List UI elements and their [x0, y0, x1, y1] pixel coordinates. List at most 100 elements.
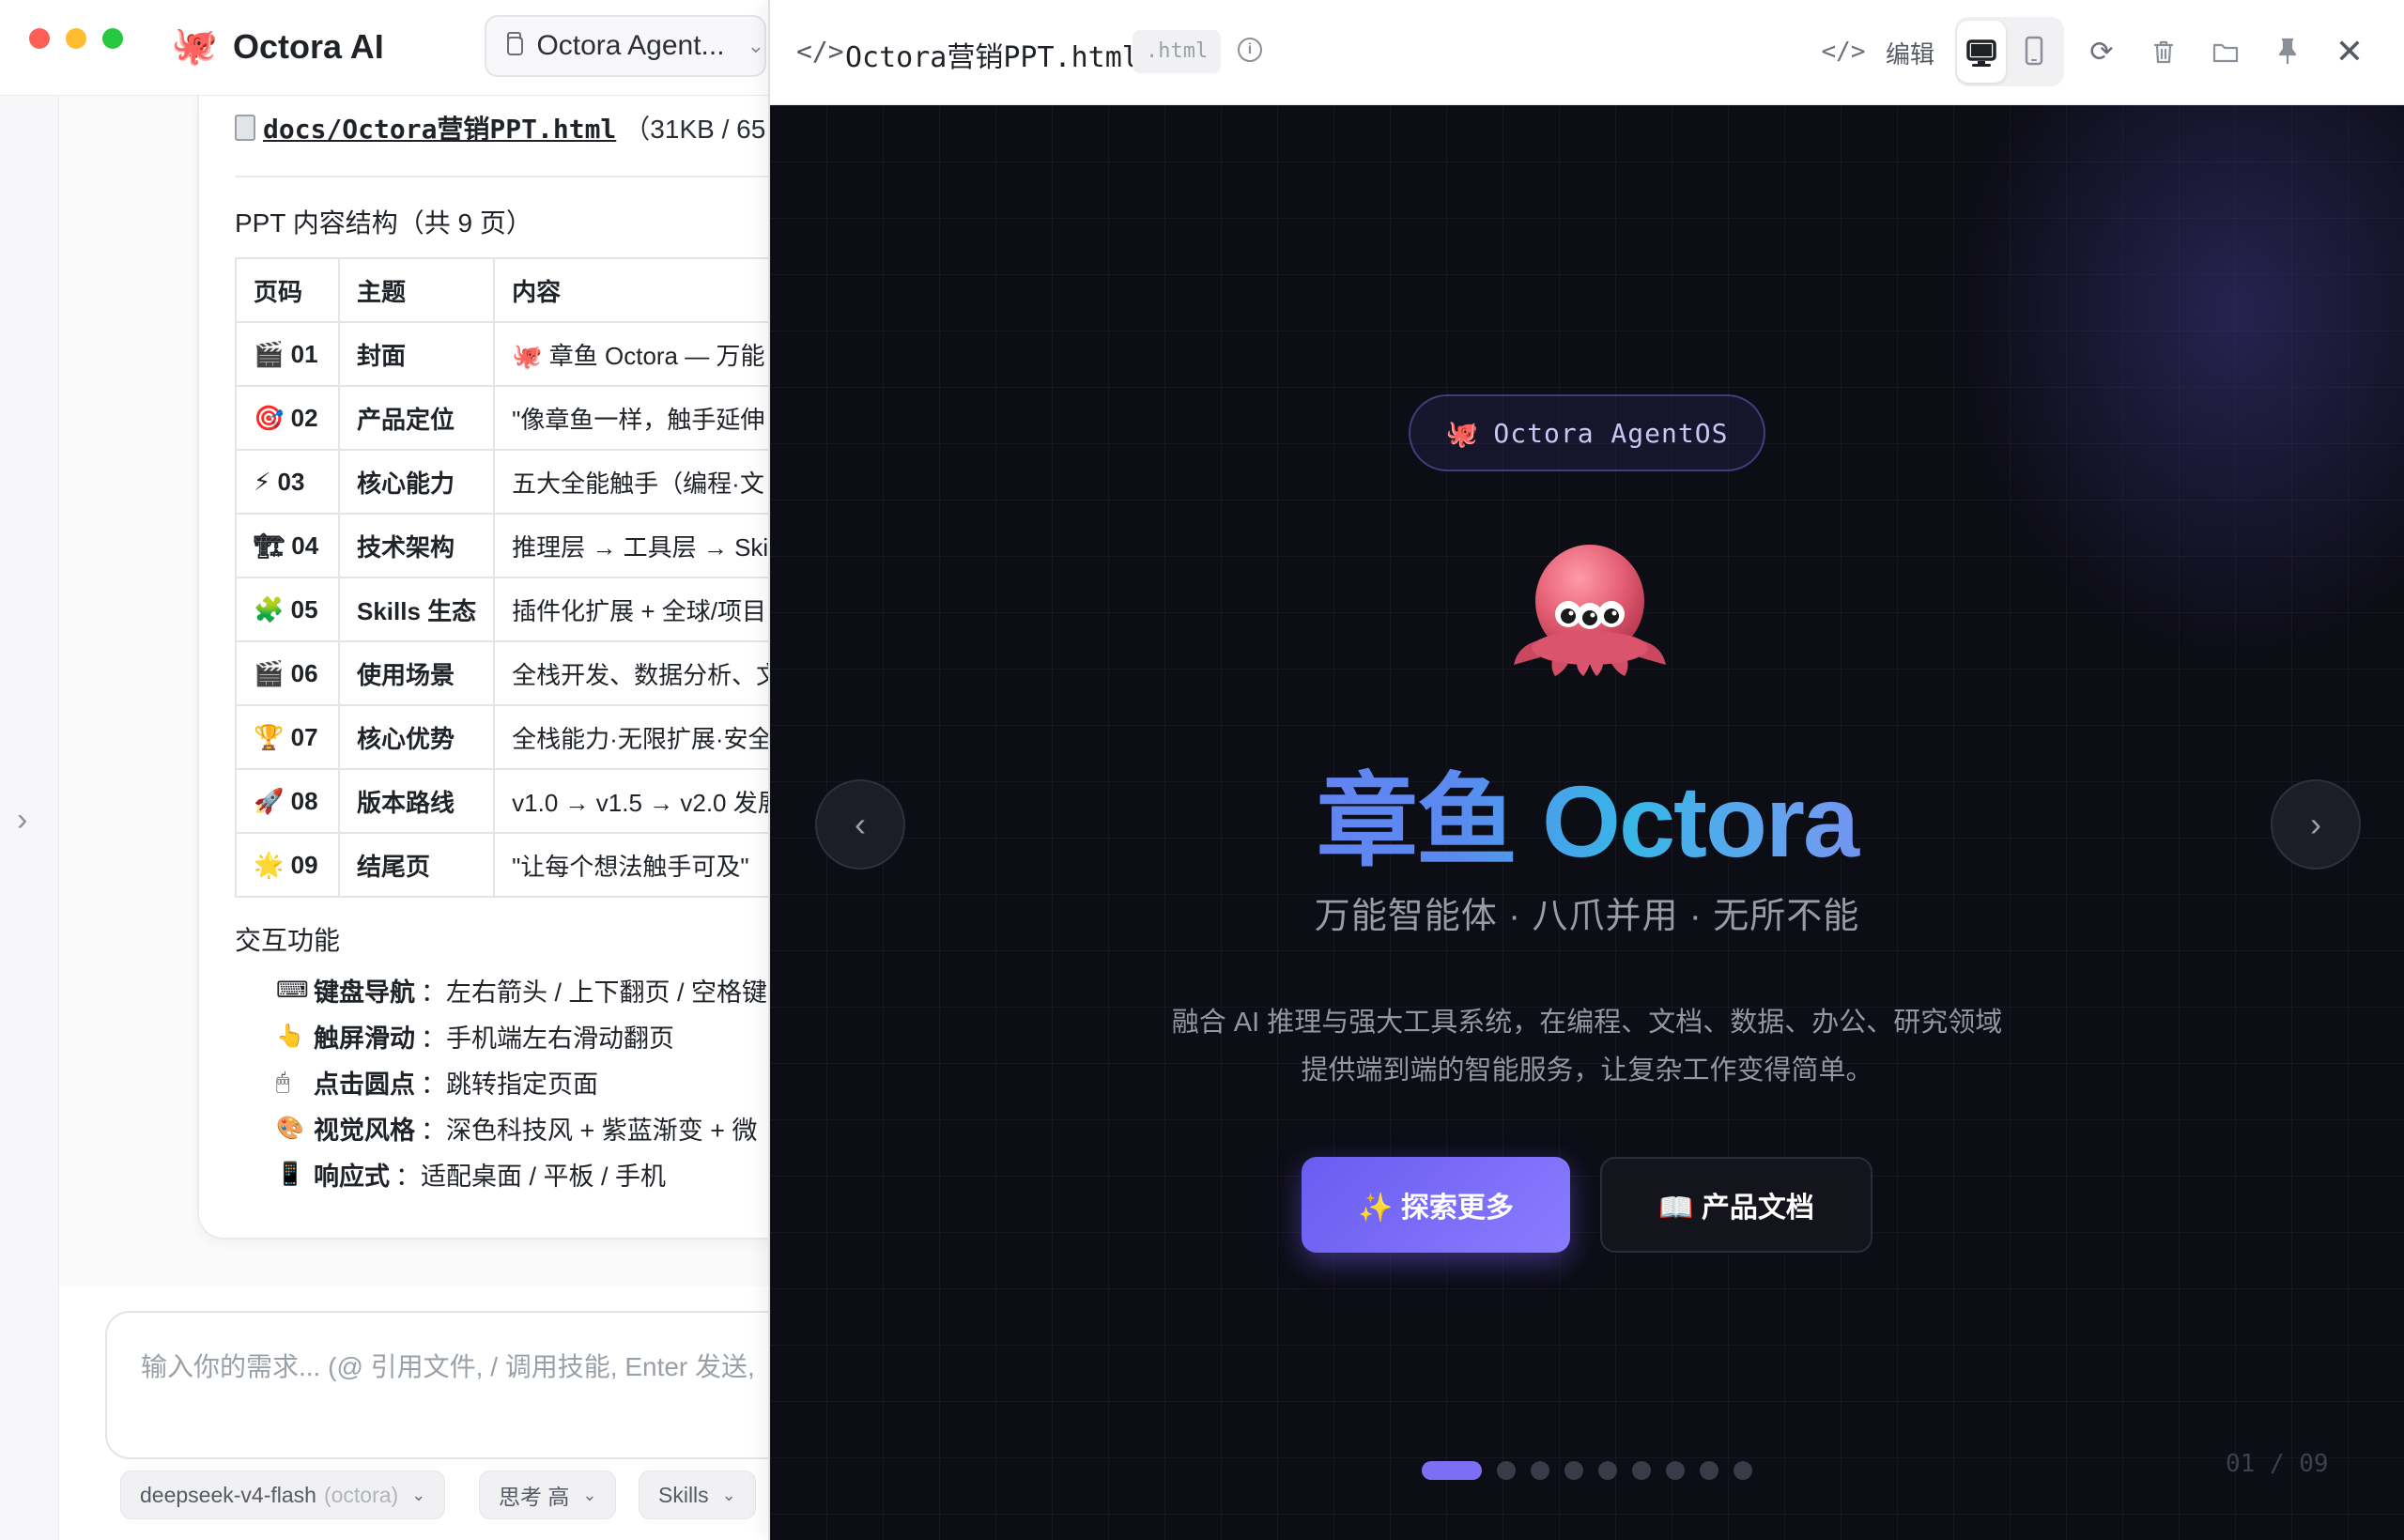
- trash-icon[interactable]: [2139, 28, 2188, 75]
- octopus-icon: 🐙: [1445, 418, 1479, 448]
- octopus-mascot-icon: [1514, 545, 1666, 676]
- feature-label: 点击圆点: [314, 1070, 415, 1099]
- slide-dot[interactable]: [1497, 1461, 1516, 1480]
- desktop-icon: [1966, 39, 1996, 67]
- preview-title: Octora营销PPT.html: [845, 41, 1139, 74]
- slide-dot[interactable]: [1564, 1461, 1583, 1480]
- slide-description: 融合 AI 推理与强大工具系统，在编程、文档、数据、办公、研究领域 提供端到端的…: [1052, 999, 2122, 1095]
- slide-subtitle: 万能智能体 · 八爪并用 · 无所不能: [1314, 897, 1860, 936]
- app-name: Octora AI: [233, 27, 384, 66]
- explore-more-button[interactable]: ✨ 探索更多: [1302, 1157, 1570, 1253]
- row-icon: 🌟: [254, 850, 285, 879]
- slide-dot[interactable]: [1531, 1461, 1549, 1480]
- folder-open-icon[interactable]: [2201, 28, 2250, 75]
- topic-cell: 技术架构: [337, 513, 496, 578]
- topic-cell: 核心能力: [337, 449, 496, 515]
- page-cell: 🎬 06: [235, 640, 340, 706]
- divider: [235, 176, 770, 177]
- chevron-down-icon: ⌄: [411, 1485, 426, 1504]
- edit-button[interactable]: 编辑: [1886, 36, 1934, 70]
- close-icon[interactable]: ✕: [2325, 28, 2374, 75]
- page-cell: 🚀 08: [235, 768, 340, 834]
- interaction-title: 交互功能: [235, 926, 341, 955]
- page-number: 08: [290, 786, 318, 815]
- previous-slide-button[interactable]: ‹: [815, 779, 905, 870]
- model-selector[interactable]: deepseek-v4-flash (octora) ⌄: [120, 1471, 446, 1519]
- skills-selector[interactable]: Skills ⌄: [639, 1471, 756, 1519]
- row-icon: 🎬: [254, 658, 285, 687]
- desktop-view-button[interactable]: [1957, 21, 2006, 83]
- page-cell: 🎬 01: [235, 321, 340, 387]
- feature-item: 📱 响应式 ：适配桌面 / 平板 / 手机: [276, 1151, 767, 1197]
- feature-icon: 🖱: [276, 1069, 290, 1095]
- sidebar-expand-icon[interactable]: ›: [17, 802, 27, 839]
- page-cell: 🧩 05: [235, 577, 340, 642]
- feature-text: ：左右箭头 / 上下翻页 / 空格键: [421, 978, 768, 1007]
- file-reference[interactable]: docs/Octora营销PPT.html （31KB / 65: [235, 109, 765, 146]
- minimize-window-button[interactable]: [66, 28, 86, 49]
- next-slide-button[interactable]: ›: [2271, 779, 2361, 870]
- close-window-button[interactable]: [29, 28, 50, 49]
- page-number: 05: [290, 594, 318, 624]
- slide-dot[interactable]: [1598, 1461, 1617, 1480]
- topic-cell: 版本路线: [337, 768, 496, 834]
- row-icon: ⚡: [254, 467, 271, 496]
- slide-dot[interactable]: [1422, 1461, 1482, 1480]
- product-badge: 🐙 Octora AgentOS: [1409, 394, 1765, 471]
- message-composer[interactable]: [105, 1311, 838, 1459]
- mobile-view-button[interactable]: [2010, 28, 2058, 75]
- model-provider: (octora): [323, 1482, 399, 1507]
- code-file-icon: </>: [796, 36, 844, 67]
- file-link[interactable]: docs/Octora营销PPT.html: [263, 109, 616, 146]
- page-cell: 🏆 07: [235, 704, 340, 770]
- html-preview-panel: </> Octora营销PPT.html .html i </> 编辑 ⟳ ✕ …: [768, 0, 2404, 1540]
- page-counter: 01 / 09: [2226, 1450, 2329, 1478]
- structure-title: PPT 内容结构（共 9 页）: [235, 208, 532, 238]
- feature-item: 👆 触屏滑动 ：手机端左右滑动翻页: [276, 1013, 767, 1059]
- slide-dot[interactable]: [1700, 1461, 1718, 1480]
- collapsed-sidebar: [0, 96, 59, 1540]
- feature-icon: 🎨: [276, 1116, 304, 1141]
- slide-dot[interactable]: [1666, 1461, 1685, 1480]
- description-line: 融合 AI 推理与强大工具系统，在编程、文档、数据、办公、研究领域: [1171, 1008, 2003, 1038]
- slide-dot[interactable]: [1734, 1461, 1752, 1480]
- page-number: 03: [277, 467, 305, 496]
- page-number: 04: [291, 531, 319, 560]
- feature-icon: 👆: [276, 1024, 304, 1049]
- description-line: 提供端到端的智能服务，让复杂工作变得简单。: [1301, 1055, 1873, 1086]
- maximize-window-button[interactable]: [102, 28, 123, 49]
- pin-icon[interactable]: [2263, 28, 2312, 75]
- badge-label: Octora AgentOS: [1493, 417, 1729, 449]
- slide-title: 章鱼 Octora: [1146, 740, 2028, 886]
- page-cell: 🎯 02: [235, 385, 340, 451]
- agent-selector[interactable]: Octora Agent... ⌄: [485, 15, 766, 77]
- thinking-selector[interactable]: 思考 高 ⌄: [479, 1471, 617, 1519]
- preview-toolbar: </> Octora营销PPT.html .html i </> 编辑 ⟳ ✕: [770, 0, 2404, 105]
- feature-text: ：适配桌面 / 平板 / 手机: [395, 1163, 667, 1191]
- chevron-down-icon: ⌄: [582, 1485, 597, 1504]
- row-icon: 🎬: [254, 339, 285, 368]
- row-icon: 🏆: [254, 722, 285, 751]
- document-icon: [235, 115, 255, 141]
- row-icon: 🏗: [254, 531, 285, 560]
- thinking-label: 思考 高: [499, 1485, 570, 1509]
- refresh-icon[interactable]: ⟳: [2077, 28, 2126, 75]
- product-docs-button[interactable]: 📖 产品文档: [1600, 1157, 1872, 1253]
- page-cell: ⚡ 03: [235, 449, 340, 515]
- feature-item: ⌨ 键盘导航 ：左右箭头 / 上下翻页 / 空格键: [276, 967, 767, 1013]
- slide-pagination-dots: [1422, 1461, 1752, 1480]
- app-window: 🐙 Octora AI Octora Agent... ⌄ › docs/Oct…: [0, 0, 2404, 1540]
- info-icon[interactable]: i: [1238, 38, 1262, 62]
- octopus-logo-icon: 🐙: [171, 25, 218, 67]
- page-number: 01: [290, 339, 318, 368]
- file-meta: （31KB / 65: [624, 115, 766, 144]
- slide-dot[interactable]: [1632, 1461, 1651, 1480]
- chevron-down-icon: ⌄: [747, 34, 764, 57]
- file-extension-badge: .html: [1133, 30, 1222, 73]
- topic-cell: Skills 生态: [337, 577, 496, 642]
- page-number: 02: [290, 403, 318, 432]
- page-number: 06: [290, 658, 318, 687]
- feature-item: 🎨 视觉风格 ：深色科技风 + 紫蓝渐变 + 微: [276, 1105, 767, 1151]
- feature-text: ：跳转指定页面: [421, 1070, 598, 1099]
- view-source-icon[interactable]: </>: [1820, 28, 1867, 75]
